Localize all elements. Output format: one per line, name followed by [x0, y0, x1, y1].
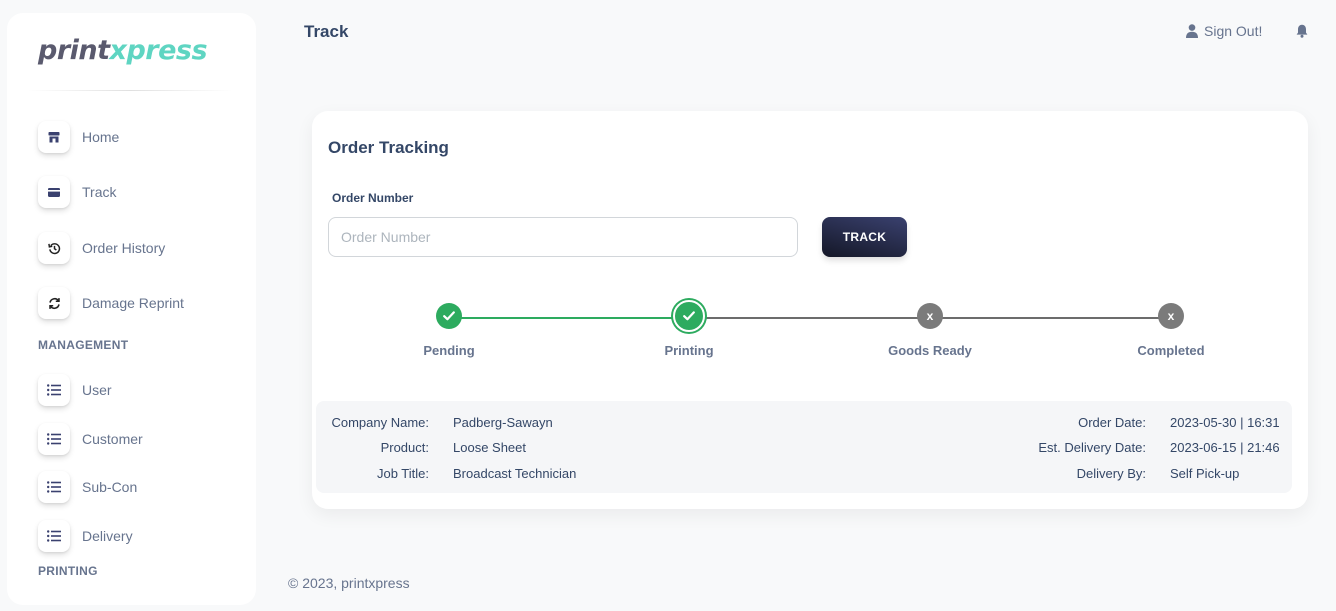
detail-row: Product: Loose Sheet Est. Delivery Date:…: [316, 440, 1292, 456]
step-mark: x: [926, 309, 934, 323]
sidebar-item-damage-reprint[interactable]: Damage Reprint: [38, 286, 238, 320]
sidebar-divider: [27, 90, 233, 91]
detail-row: Job Title: Broadcast Technician Delivery…: [316, 466, 1292, 482]
detail-value: Self Pick-up: [1170, 466, 1240, 481]
sidebar-item-label: Damage Reprint: [82, 295, 184, 311]
page-title: Track: [304, 22, 349, 41]
check-icon: [673, 300, 705, 332]
step-goods-ready: x Goods Ready: [860, 297, 1000, 358]
list-icon: [38, 374, 70, 406]
sidebar-item-customer[interactable]: Customer: [38, 422, 238, 456]
sidebar-item-label: Track: [82, 184, 117, 200]
sidebar-item-track[interactable]: Track: [38, 175, 238, 209]
detail-value: Loose Sheet: [453, 440, 527, 455]
user-icon: [1186, 24, 1198, 38]
list-icon: [38, 520, 70, 552]
step-pending: Pending: [379, 297, 519, 358]
sidebar-item-label: Customer: [82, 431, 143, 447]
bell-icon[interactable]: [1296, 24, 1308, 43]
detail-value: Broadcast Technician: [453, 466, 577, 481]
sidebar-item-label: Home: [82, 129, 120, 145]
detail-label: Company Name:: [331, 415, 429, 430]
step-label: Goods Ready: [888, 343, 972, 358]
brand-logo[interactable]: printxpress: [38, 35, 208, 66]
sign-out-label: Sign Out!: [1204, 23, 1263, 39]
list-icon: [38, 471, 70, 503]
order-number-input[interactable]: [328, 217, 798, 257]
sidebar-item-user[interactable]: User: [38, 373, 238, 407]
list-icon: [38, 423, 70, 455]
sidebar-item-order-history[interactable]: Order History: [38, 231, 238, 265]
step-label: Printing: [664, 343, 714, 358]
credit-card-icon: [38, 176, 70, 208]
order-number-label: Order Number: [332, 191, 414, 205]
brand-logo-part1: print: [38, 35, 110, 66]
section-label-management: MANAGEMENT: [38, 338, 129, 352]
order-tracking-card: Order Tracking Order Number TRACK Pendin…: [312, 111, 1308, 509]
sidebar-item-label: Sub-Con: [82, 479, 138, 495]
step-label: Pending: [423, 343, 475, 358]
footer-copyright: © 2023, printxpress: [288, 575, 410, 591]
detail-label: Delivery By:: [1076, 466, 1146, 481]
sidebar: printxpress Home Track Order History Dam…: [7, 13, 256, 605]
detail-label: Product:: [380, 440, 429, 455]
detail-label: Order Date:: [1078, 415, 1146, 430]
step-printing: Printing: [619, 297, 759, 358]
refresh-icon: [38, 287, 70, 319]
order-details-panel: Company Name: Padberg-Sawayn Order Date:…: [316, 401, 1292, 493]
sidebar-item-sub-con[interactable]: Sub-Con: [38, 470, 238, 504]
shop-icon: [38, 121, 70, 153]
check-icon: [436, 303, 462, 329]
sidebar-item-label: User: [82, 382, 112, 398]
x-icon: x: [1158, 303, 1184, 329]
section-label-printing: PRINTING: [38, 564, 98, 578]
progress-stepper: Pending Printing x Goods Ready x Complet…: [312, 297, 1308, 367]
sidebar-item-label: Order History: [82, 240, 166, 256]
detail-label: Job Title:: [376, 466, 429, 481]
detail-value: Padberg-Sawayn: [453, 415, 553, 430]
sidebar-item-delivery[interactable]: Delivery: [38, 519, 238, 553]
detail-label: Est. Delivery Date:: [1038, 440, 1146, 455]
step-completed: x Completed: [1101, 297, 1241, 358]
step-mark: x: [1167, 309, 1175, 323]
card-title: Order Tracking: [328, 138, 449, 157]
step-label: Completed: [1137, 343, 1205, 358]
sidebar-item-home[interactable]: Home: [38, 120, 238, 154]
detail-value: 2023-06-15 | 21:46: [1170, 440, 1280, 455]
brand-logo-part2: xpress: [109, 35, 208, 66]
sign-out-button[interactable]: Sign Out!: [1186, 23, 1262, 39]
history-icon: [38, 232, 70, 264]
detail-row: Company Name: Padberg-Sawayn Order Date:…: [316, 415, 1292, 431]
detail-value: 2023-05-30 | 16:31: [1170, 415, 1280, 430]
track-button[interactable]: TRACK: [822, 217, 907, 257]
sidebar-item-label: Delivery: [82, 528, 133, 544]
x-icon: x: [917, 303, 943, 329]
